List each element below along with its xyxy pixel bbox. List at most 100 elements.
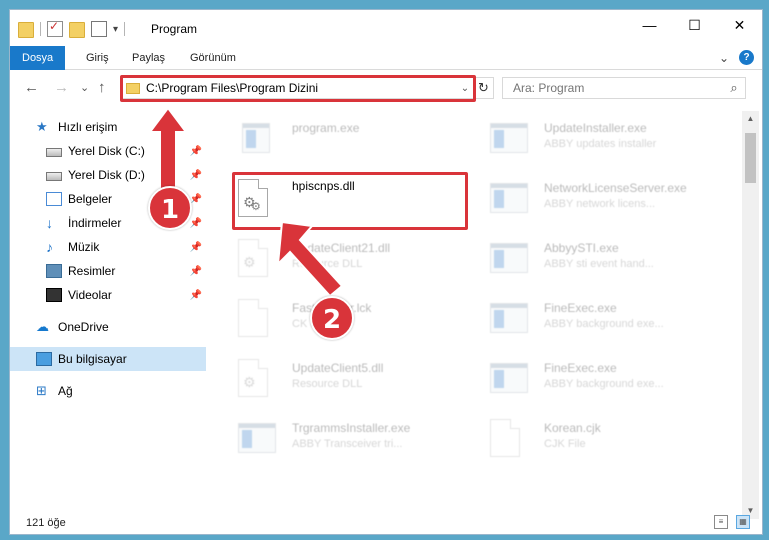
back-arrow-icon[interactable]: ← (24, 79, 39, 96)
exe-icon (490, 239, 528, 279)
file-item[interactable]: FineExec.exe ABBY background exe... (472, 355, 722, 411)
toolbar-separator (124, 22, 126, 36)
pin-icon[interactable]: 📌 (190, 218, 202, 229)
address-path[interactable]: C:\Program Files\Program Dizini (146, 81, 457, 95)
sidebar-item-label: Belgeler (68, 192, 113, 206)
file-item[interactable]: Korean.cjk CJK File (472, 415, 722, 471)
file-item[interactable]: UpdateInstaller.exe ABBY updates installe… (472, 115, 722, 171)
callout-step-one: 1 (148, 186, 192, 230)
sidebar-item-this-pc[interactable]: Bu bilgisayar (10, 347, 206, 371)
sidebar-item-label: Yerel Disk (C:) (68, 144, 145, 158)
scrollbar-thumb[interactable] (745, 133, 756, 183)
pin-icon[interactable]: 📌 (190, 146, 202, 157)
sidebar-item-local-disk-c[interactable]: Yerel Disk (C:) 📌 (10, 139, 206, 163)
close-button[interactable]: ✕ (717, 10, 762, 40)
tab-view[interactable]: Görünüm (178, 46, 248, 70)
exe-icon (490, 359, 528, 399)
file-item[interactable]: ⚙ UpdateClient21.dll Resource DLL (220, 235, 470, 291)
file-item[interactable]: TrgrammsInstaller.exe ABBY Transceiver tr… (220, 415, 470, 471)
expand-ribbon-chevron-icon[interactable]: ⌄ (719, 51, 729, 65)
exe-icon (238, 419, 276, 459)
file-name: TrgrammsInstaller.exe (292, 421, 411, 435)
file-description: Resource DLL (292, 378, 363, 390)
star-icon: ★ (36, 119, 48, 134)
search-icon[interactable]: ⌕ (723, 80, 745, 96)
refresh-icon[interactable]: ↻ (473, 78, 493, 98)
pin-icon[interactable]: 📌 (190, 242, 202, 253)
search-box[interactable]: ⌕ (502, 77, 746, 99)
toolbar-separator (40, 22, 41, 36)
file-name: NetworkLicenseServer.exe (544, 181, 687, 195)
sidebar-item-quick-access[interactable]: ★ Hızlı erişim (10, 115, 206, 139)
pin-icon[interactable]: 📌 (190, 266, 202, 277)
sidebar-item-label: Bu bilgisayar (58, 352, 127, 366)
file-name: FineExec.exe (544, 301, 617, 315)
file-name: AbbyySTI.exe (544, 241, 619, 255)
view-toggle: ≡ ▦ (714, 515, 750, 529)
tab-home[interactable]: Giriş (74, 46, 121, 70)
network-icon: ⊞ (36, 383, 47, 398)
sidebar-item-network[interactable]: ⊞ Ağ (10, 379, 206, 403)
file-name: program.exe (292, 121, 360, 135)
documents-icon (46, 192, 62, 206)
pin-icon[interactable]: 📌 (190, 170, 202, 181)
sidebar-item-label: Yerel Disk (D:) (68, 168, 145, 182)
file-description: ABBY sti event hand... (544, 258, 654, 270)
sidebar-item-local-disk-d[interactable]: Yerel Disk (D:) 📌 (10, 163, 206, 187)
file-name: UpdateInstaller.exe (544, 121, 647, 135)
status-bar: 121 öğe ≡ ▦ (10, 512, 762, 534)
item-count: 121 öğe (26, 517, 66, 529)
file-description: ABBY network licens... (544, 198, 656, 210)
file-item[interactable]: AbbyySTI.exe ABBY sti event hand... (472, 235, 722, 291)
music-icon: ♪ (46, 239, 53, 255)
file-icon (238, 299, 276, 339)
address-bar[interactable]: C:\Program Files\Program Dizini ⌄ ↻ (120, 77, 494, 99)
maximize-button[interactable]: ☐ (672, 10, 717, 40)
file-item[interactable]: NetworkLicenseServer.exe ABBY network lic… (472, 175, 722, 231)
up-arrow-icon[interactable]: ↑ (98, 79, 106, 96)
pin-icon[interactable]: 📌 (190, 290, 202, 301)
sidebar-item-label: Videolar (68, 288, 112, 302)
navigation-pane: ★ Hızlı erişim Yerel Disk (C:) 📌 Yerel D… (10, 111, 207, 507)
pictures-icon (46, 264, 62, 278)
vertical-scrollbar[interactable]: ▲ ▼ (742, 111, 759, 519)
address-folder-icon (126, 82, 140, 94)
sidebar-item-onedrive[interactable]: ☁ OneDrive (10, 315, 206, 339)
large-icons-view-icon[interactable]: ▦ (736, 515, 750, 529)
details-view-icon[interactable]: ≡ (714, 515, 728, 529)
navigation-bar: ← → ⌄ ↑ C:\Program Files\Program Dizini … (10, 71, 762, 107)
new-folder-icon[interactable] (69, 22, 85, 38)
file-item[interactable]: ⚙ UpdateClient5.dll Resource DLL (220, 355, 470, 411)
properties-check-icon[interactable] (47, 19, 63, 37)
file-description: CJK File (544, 438, 586, 450)
title-bar: ▾ Program — ☐ ✕ (10, 10, 762, 46)
rename-icon[interactable] (91, 21, 107, 37)
installer-icon (238, 119, 276, 159)
computer-icon (36, 352, 52, 366)
tab-file[interactable]: Dosya (10, 46, 66, 70)
file-name: UpdateClient21.dll (292, 241, 391, 255)
search-input[interactable] (503, 81, 723, 95)
help-icon[interactable]: ? (739, 50, 754, 65)
forward-arrow-icon[interactable]: → (54, 79, 69, 96)
customize-toolbar-chevron-icon[interactable]: ▾ (113, 24, 118, 35)
file-item[interactable]: program.exe (220, 115, 470, 171)
download-icon: ↓ (46, 215, 53, 231)
sidebar-item-pictures[interactable]: Resimler 📌 (10, 259, 206, 283)
window-title: Program (151, 22, 198, 36)
file-name: FineExec.exe (544, 361, 617, 375)
file-name: Korean.cjk (544, 421, 601, 435)
recent-locations-chevron-icon[interactable]: ⌄ (80, 81, 89, 94)
file-item[interactable]: FineExec.exe ABBY background exe... (472, 295, 722, 351)
file-description: ABBY Transceiver tri... (292, 438, 403, 450)
disk-icon (46, 172, 62, 181)
scroll-up-arrow-icon[interactable]: ▲ (742, 111, 759, 127)
minimize-button[interactable]: — (627, 10, 672, 40)
exe-icon (490, 179, 528, 219)
tab-share[interactable]: Paylaş (120, 46, 177, 70)
sidebar-item-label: Ağ (58, 384, 73, 398)
dll-icon: ⚙ (238, 359, 276, 399)
sidebar-item-music[interactable]: ♪ Müzik 📌 (10, 235, 206, 259)
sidebar-item-videos[interactable]: Videolar 📌 (10, 283, 206, 307)
address-dropdown-chevron-icon[interactable]: ⌄ (457, 83, 473, 94)
